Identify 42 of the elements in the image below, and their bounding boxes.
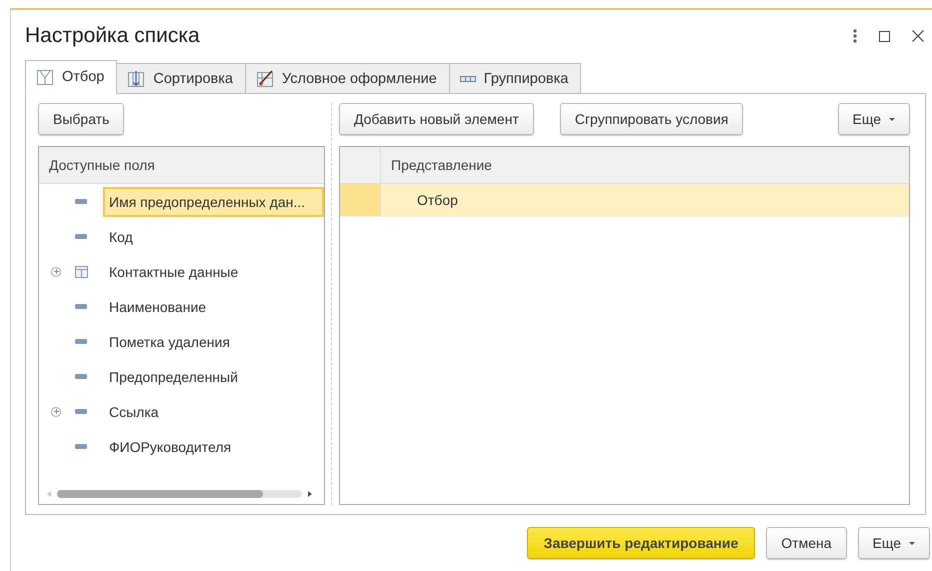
table-icon bbox=[74, 266, 88, 278]
field-icon bbox=[75, 339, 87, 344]
tab[interactable]: Сортировка bbox=[116, 63, 246, 94]
brush-icon bbox=[256, 70, 274, 88]
more-button[interactable]: Еще bbox=[858, 527, 930, 559]
tree-item[interactable]: Пометка удаления bbox=[103, 326, 236, 356]
toolbar-button[interactable]: Добавить новый элемент bbox=[339, 103, 534, 135]
field-icon bbox=[75, 409, 87, 414]
window-title: Настройка списка bbox=[25, 24, 201, 48]
tab[interactable]: Условное оформление bbox=[244, 63, 450, 94]
finish-button[interactable]: Завершить редактирование bbox=[526, 527, 756, 559]
tree-item[interactable]: Ссылка bbox=[103, 396, 165, 426]
tree-item[interactable]: Код bbox=[103, 222, 139, 252]
more-button[interactable]: Еще bbox=[838, 103, 910, 135]
column-header: Представление bbox=[390, 156, 492, 175]
group-icon bbox=[460, 76, 476, 82]
tree-item[interactable]: Имя предопределенных дан... bbox=[103, 186, 324, 216]
field-icon bbox=[75, 444, 87, 449]
tree-item[interactable]: Предопределенный bbox=[103, 362, 244, 392]
more-icon[interactable] bbox=[853, 29, 857, 43]
field-icon bbox=[75, 199, 87, 204]
tree-item[interactable]: Наименование bbox=[103, 292, 212, 322]
field-icon bbox=[75, 304, 87, 309]
field-icon bbox=[75, 234, 87, 239]
tree-item[interactable]: Контактные данные bbox=[103, 256, 244, 286]
table-row[interactable]: Отбор bbox=[340, 184, 909, 217]
expand-icon[interactable] bbox=[51, 406, 61, 416]
cancel-button[interactable]: Отмена bbox=[766, 527, 846, 559]
maximize-icon[interactable] bbox=[879, 30, 890, 42]
tree-item[interactable]: ФИОРуководителя bbox=[103, 432, 238, 462]
sort-icon bbox=[127, 70, 146, 88]
tab[interactable]: Группировка bbox=[448, 63, 582, 94]
tab[interactable]: Отбор bbox=[25, 60, 118, 94]
close-icon[interactable] bbox=[912, 30, 924, 42]
field-icon bbox=[75, 374, 87, 379]
column-header: Доступные поля bbox=[39, 147, 324, 184]
expand-icon[interactable] bbox=[51, 266, 61, 276]
scroll-right-icon[interactable] bbox=[308, 491, 312, 497]
toolbar-button[interactable]: Сгруппировать условия bbox=[560, 103, 744, 135]
filter-icon bbox=[36, 68, 54, 86]
scrollbar[interactable] bbox=[57, 490, 302, 498]
select-button[interactable]: Выбрать bbox=[38, 103, 124, 135]
